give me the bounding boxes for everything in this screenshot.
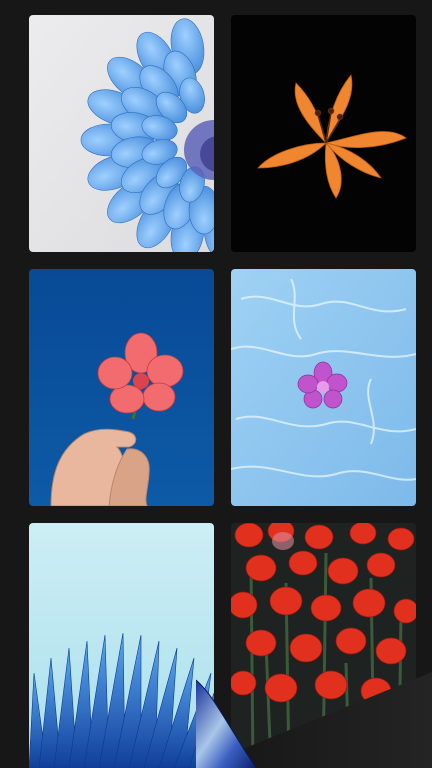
blue-dahlia-image: [29, 15, 214, 252]
orange-lily-image: [231, 15, 416, 252]
wallpaper-thumbnail-red-flower-in-hand[interactable]: [29, 269, 214, 506]
blue-petals-image: [29, 523, 214, 768]
red-tulips-image: [231, 523, 416, 768]
wallpaper-thumbnail-blue-petals[interactable]: [29, 523, 214, 768]
wallpaper-thumbnail-orange-lily[interactable]: [231, 15, 416, 252]
wallpaper-gallery: [0, 0, 432, 768]
pink-flower-on-water-image: [231, 269, 416, 506]
red-flower-in-hand-image: [29, 269, 214, 506]
wallpaper-thumbnail-red-tulips[interactable]: [231, 523, 416, 768]
wallpaper-thumbnail-blue-dahlia[interactable]: [29, 15, 214, 252]
wallpaper-thumbnail-pink-flower-on-water[interactable]: [231, 269, 416, 506]
